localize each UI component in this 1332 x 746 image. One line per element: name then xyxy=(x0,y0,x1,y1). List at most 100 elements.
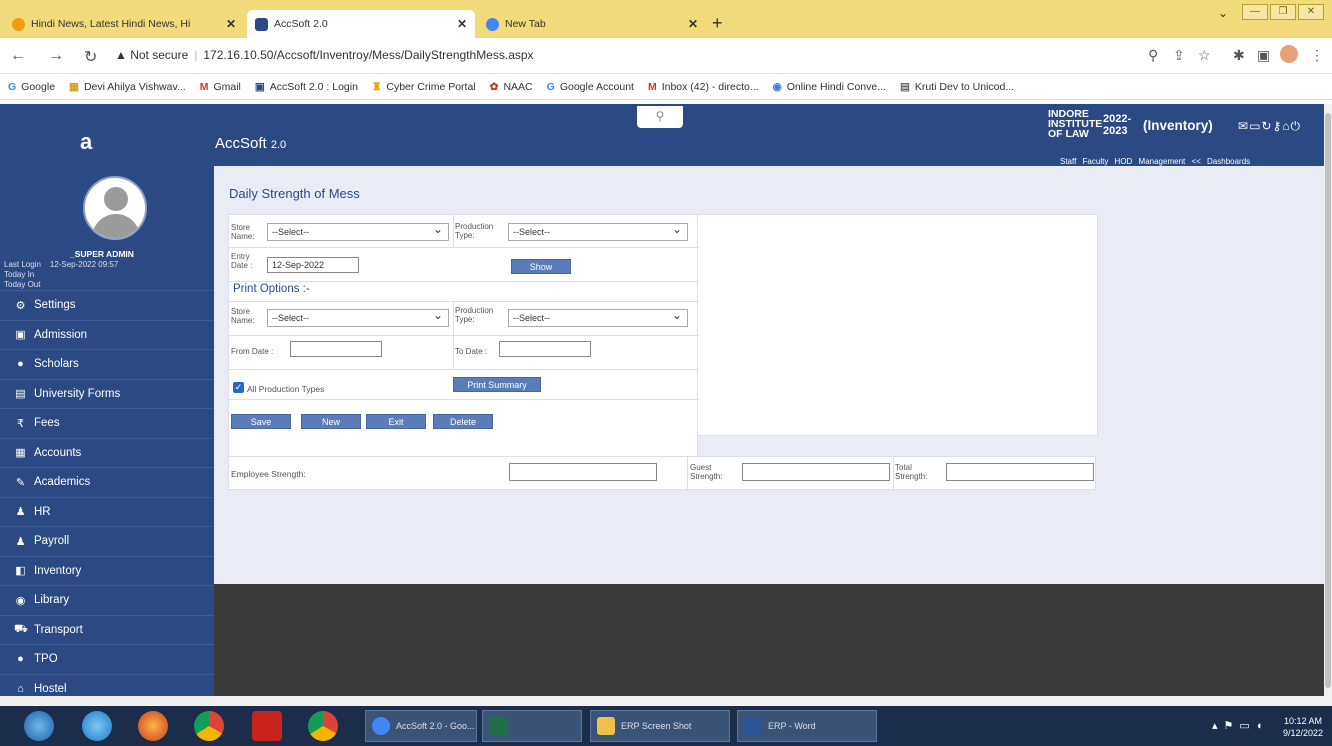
bookmark-kruti[interactable]: ▤ Kruti Dev to Unicod... xyxy=(900,81,1014,93)
bookmark-accsoft[interactable]: ▣ AccSoft 2.0 : Login xyxy=(255,81,358,93)
tab-hindi-news[interactable]: Hindi News, Latest Hindi News, Hi ✕ xyxy=(4,10,244,38)
reload-icon[interactable]: ↻ xyxy=(84,47,97,67)
kruti-icon: ▤ xyxy=(899,80,910,93)
new-tab-button[interactable]: + xyxy=(712,13,723,34)
sidebar-item-fees[interactable]: ₹ Fees xyxy=(0,408,214,437)
firefox-icon[interactable] xyxy=(138,711,168,741)
side-panel-icon[interactable]: ▣ xyxy=(1257,47,1270,64)
header-links[interactable]: Staff Faculty HOD Management << Dashboar… xyxy=(1060,157,1250,166)
minimize-icon[interactable]: — xyxy=(1242,4,1268,20)
bookmark-inbox[interactable]: M Inbox (42) - directo... xyxy=(648,81,759,93)
search-icon[interactable]: ⚲ xyxy=(637,106,683,128)
bookmark-google[interactable]: G Google xyxy=(8,81,55,93)
sidebar-item-label: Academics xyxy=(34,476,91,488)
taskbar-window-erp-screenshot[interactable]: ERP Screen Shot xyxy=(590,710,730,742)
pdf-reader-icon[interactable] xyxy=(252,711,282,741)
extensions-puzzle-icon[interactable]: ✱ xyxy=(1233,47,1245,64)
delete-button[interactable]: Delete xyxy=(433,414,493,429)
taskbar-clock[interactable]: 10:12 AM 9/12/2022 xyxy=(1283,715,1323,739)
maximize-icon[interactable]: ❐ xyxy=(1270,4,1296,20)
show-button[interactable]: Show xyxy=(511,259,571,274)
scrollbar-thumb[interactable] xyxy=(1325,113,1331,688)
sidebar-item-academics[interactable]: ✎ Academics xyxy=(0,467,214,496)
chrome-profile-icon[interactable] xyxy=(308,711,338,741)
menu-kebab-icon[interactable]: ⋮ xyxy=(1310,47,1324,64)
to-date-input[interactable] xyxy=(499,341,591,357)
entry-date-input[interactable]: 12-Sep-2022 xyxy=(267,257,359,273)
sidebar-item-admission[interactable]: ▣ Admission xyxy=(0,319,214,349)
url-text[interactable]: 172.16.10.50/Accsoft/Inventroy/Mess/Dail… xyxy=(203,48,533,62)
save-button[interactable]: Save xyxy=(231,414,291,429)
start-button-icon[interactable] xyxy=(24,711,54,741)
url-omnibox[interactable]: ▲ Not secure | 172.16.10.50/Accsoft/Inve… xyxy=(115,43,1325,67)
sidebar-item-scholars[interactable]: ● Scholars xyxy=(0,349,214,378)
print-store-name-select[interactable]: --Select-- xyxy=(267,307,449,327)
sidebar-item-hr[interactable]: ♟ HR xyxy=(0,496,214,526)
sidebar-item-accounts[interactable]: ▦ Accounts xyxy=(0,437,214,467)
tab-accsoft[interactable]: AccSoft 2.0 ✕ xyxy=(247,10,475,38)
forward-arrow-icon[interactable]: → xyxy=(48,47,64,65)
new-button[interactable]: New xyxy=(301,414,361,429)
bookmark-cyber[interactable]: ♜ Cyber Crime Portal xyxy=(372,81,476,93)
sidebar-item-library[interactable]: ◉ Library xyxy=(0,585,214,614)
close-tab-icon[interactable]: ✕ xyxy=(457,17,467,31)
print-production-type-select[interactable]: --Select-- xyxy=(508,307,688,327)
app-logo[interactable]: a xyxy=(80,129,92,155)
bookmark-hindi[interactable]: ◉ Online Hindi Conve... xyxy=(773,81,886,93)
bookmark-devi[interactable]: ▦ Devi Ahilya Vishwav... xyxy=(69,81,186,93)
power-icon[interactable]: ⏻ xyxy=(1291,119,1302,133)
store-name-select[interactable]: --Select-- xyxy=(267,221,449,241)
gmail-icon: M xyxy=(199,80,209,93)
institute-name: INDORE INSTITUTE OF LAW xyxy=(1048,109,1102,140)
total-strength-input[interactable] xyxy=(946,463,1094,481)
internet-explorer-icon[interactable] xyxy=(82,711,112,741)
chrome-icon[interactable] xyxy=(194,711,224,741)
not-secure-warning[interactable]: ▲ Not secure xyxy=(115,48,188,62)
user-avatar[interactable] xyxy=(83,176,147,240)
print-summary-button[interactable]: Print Summary xyxy=(453,377,541,392)
back-arrow-icon[interactable]: ← xyxy=(10,47,26,65)
sidebar-item-transport[interactable]: ⛟ Transport xyxy=(0,614,214,644)
sidebar-item-settings[interactable]: ⚙ Settings xyxy=(0,290,214,319)
horizontal-scrollbar[interactable] xyxy=(0,696,1332,706)
sidebar-item-tpo[interactable]: ● TPO xyxy=(0,644,214,673)
key-icon[interactable]: ⚷ xyxy=(1272,119,1282,133)
pencil-icon: ✎ xyxy=(15,476,26,489)
zoom-icon[interactable]: ⚲ xyxy=(1148,47,1158,64)
refresh-icon[interactable]: ↻ xyxy=(1261,119,1272,133)
bookmark-star-icon[interactable]: ☆ xyxy=(1198,47,1211,64)
message-icon[interactable]: ▭ xyxy=(1249,119,1261,133)
tab-search-chevron-down-icon[interactable]: ⌄ xyxy=(1218,6,1228,20)
taskbar-window-excel[interactable] xyxy=(482,710,582,742)
chrome-favicon-icon xyxy=(486,17,499,31)
sidebar-item-label: Hostel xyxy=(34,682,67,695)
guest-strength-input[interactable] xyxy=(742,463,890,481)
employee-strength-input[interactable] xyxy=(509,463,657,481)
share-icon[interactable]: ⇪ xyxy=(1173,47,1185,64)
mail-icon[interactable]: ✉ xyxy=(1238,119,1249,133)
profile-avatar-icon[interactable] xyxy=(1280,45,1298,63)
close-tab-icon[interactable]: ✕ xyxy=(688,17,698,31)
tab-label: New Tab xyxy=(505,18,546,30)
from-date-input[interactable] xyxy=(290,341,382,357)
bookmark-google-account[interactable]: G Google Account xyxy=(547,81,634,93)
system-tray-icons[interactable]: ▴⚑▭◖ xyxy=(1212,719,1268,732)
sidebar-item-hostel[interactable]: ⌂ Hostel xyxy=(0,673,214,697)
tab-new-tab[interactable]: New Tab ✕ xyxy=(478,10,706,38)
taskbar-window-erp-word[interactable]: ERP - Word xyxy=(737,710,877,742)
all-production-types-checkbox[interactable]: ✓ xyxy=(233,382,244,393)
close-tab-icon[interactable]: ✕ xyxy=(226,17,236,31)
sidebar-item-payroll[interactable]: ♟ Payroll xyxy=(0,526,214,555)
exit-button[interactable]: Exit xyxy=(366,414,426,429)
close-window-icon[interactable]: ✕ xyxy=(1298,4,1324,20)
sidebar-item-university-forms[interactable]: ▤ University Forms xyxy=(0,378,214,408)
bookmark-naac[interactable]: ✿ NAAC xyxy=(490,81,533,93)
taskbar-window-accsoft[interactable]: AccSoft 2.0 - Goo... xyxy=(365,710,477,742)
production-type-select[interactable]: --Select-- xyxy=(508,221,688,241)
sidebar-item-inventory[interactable]: ◧ Inventory xyxy=(0,555,214,585)
group-icon: ♟ xyxy=(15,506,26,518)
bookmark-gmail[interactable]: M Gmail xyxy=(200,81,241,93)
home-icon[interactable]: ⌂ xyxy=(1282,119,1290,133)
vertical-scrollbar[interactable] xyxy=(1324,104,1332,696)
sidebar-item-label: HR xyxy=(34,505,51,518)
